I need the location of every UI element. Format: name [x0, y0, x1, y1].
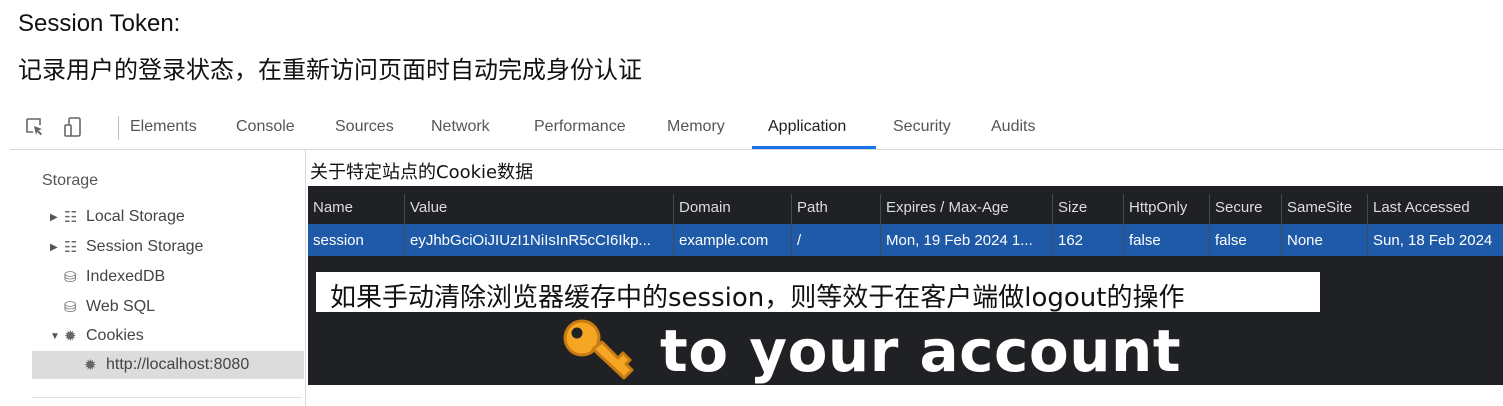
expand-arrow-icon[interactable]: ▶	[50, 242, 64, 253]
sidebar-divider	[32, 397, 302, 398]
column-divider	[1123, 194, 1124, 256]
key-icon	[560, 316, 636, 386]
storage-section-label: Storage	[42, 172, 99, 189]
cell-domain: example.com	[679, 232, 769, 249]
cell-httponly: false	[1129, 232, 1161, 249]
cookie-icon: ✹	[84, 357, 97, 374]
column-header-expires[interactable]: Expires / Max-Age	[886, 199, 1009, 216]
cell-path: /	[797, 232, 802, 249]
sidebar-item-label: IndexedDB	[86, 268, 166, 285]
column-header-name[interactable]: Name	[313, 199, 353, 216]
column-divider	[791, 194, 792, 256]
cookie-table-panel: Name Value Domain Path Expires / Max-Age…	[308, 186, 1503, 385]
column-header-path[interactable]: Path	[797, 199, 828, 216]
cell-value: eyJhbGciOiJIUzI1NiIsInR5cCI6Ikp...	[410, 232, 651, 249]
column-header-size[interactable]: Size	[1058, 199, 1087, 216]
column-header-samesite[interactable]: SameSite	[1287, 199, 1352, 216]
cell-size: 162	[1058, 232, 1084, 249]
tab-application[interactable]: Application	[768, 118, 846, 136]
active-tab-indicator	[752, 146, 876, 149]
subtitle-caption-box: 如果手动清除浏览器缓存中的session，则等效于在客户端做logout的操作	[316, 272, 1320, 313]
cookie-panel-title: 关于特定站点的Cookie数据	[310, 162, 534, 183]
banner-text: to your account	[660, 317, 1182, 385]
column-divider	[673, 194, 674, 256]
application-sidebar: Storage ▶ ☷ Local Storage ▶ ☷ Session St…	[10, 150, 306, 406]
tab-performance[interactable]: Performance	[534, 118, 626, 136]
cell-name: session	[313, 232, 364, 249]
note-description: 记录用户的登录状态，在重新访问页面时自动完成身份认证	[18, 56, 642, 84]
column-divider	[1052, 194, 1053, 256]
sidebar-item-label: Session Storage	[86, 238, 204, 255]
column-header-domain[interactable]: Domain	[679, 199, 731, 216]
sidebar-item-label: Web SQL	[86, 298, 156, 315]
column-divider	[404, 194, 405, 256]
column-header-secure[interactable]: Secure	[1215, 199, 1263, 216]
column-divider	[1209, 194, 1210, 256]
note-title: Session Token:	[18, 10, 181, 37]
tab-sources[interactable]: Sources	[335, 118, 394, 136]
sidebar-item-cookies[interactable]: ▼ ✹ Cookies	[50, 322, 144, 350]
tab-memory[interactable]: Memory	[667, 118, 725, 136]
sidebar-item-label: http://localhost:8080	[106, 356, 250, 373]
cell-secure: false	[1215, 232, 1247, 249]
devtools-toolbar: Elements Console Sources Network Perform…	[10, 104, 1503, 150]
cookie-table-header: Name Value Domain Path Expires / Max-Age…	[308, 194, 1503, 222]
cookie-icon: ✹	[64, 328, 77, 345]
cell-samesite: None	[1287, 232, 1323, 249]
sidebar-item-local-storage[interactable]: ▶ ☷ Local Storage	[50, 203, 185, 231]
sidebar-item-web-sql[interactable]: ⛁ Web SQL	[64, 293, 155, 321]
sidebar-item-localhost-cookie[interactable]: ✹ http://localhost:8080	[32, 351, 304, 379]
grid-icon: ☷	[64, 239, 78, 256]
database-icon: ⛁	[64, 269, 77, 286]
inspect-element-icon[interactable]	[24, 116, 46, 138]
cell-expires: Mon, 19 Feb 2024 1...	[886, 232, 1033, 249]
sidebar-item-label: Local Storage	[86, 208, 185, 225]
sidebar-item-label: Cookies	[86, 327, 144, 344]
column-header-httponly[interactable]: HttpOnly	[1129, 199, 1187, 216]
expand-arrow-icon[interactable]: ▶	[50, 212, 64, 223]
column-header-value[interactable]: Value	[410, 199, 447, 216]
tab-security[interactable]: Security	[893, 118, 951, 136]
device-toggle-icon[interactable]	[62, 116, 84, 138]
video-banner: to your account	[560, 316, 1181, 385]
tab-network[interactable]: Network	[431, 118, 490, 136]
column-divider	[880, 194, 881, 256]
sidebar-item-session-storage[interactable]: ▶ ☷ Session Storage	[50, 233, 203, 261]
table-row[interactable]: session eyJhbGciOiJIUzI1NiIsInR5cCI6Ikp.…	[308, 224, 1503, 256]
column-divider	[1281, 194, 1282, 256]
subtitle-caption: 如果手动清除浏览器缓存中的session，则等效于在客户端做logout的操作	[330, 283, 1185, 313]
column-header-last-accessed[interactable]: Last Accessed	[1373, 199, 1470, 216]
column-divider	[1367, 194, 1368, 256]
sidebar-item-indexeddb[interactable]: ⛁ IndexedDB	[64, 263, 165, 291]
toolbar-separator	[118, 116, 119, 140]
tab-elements[interactable]: Elements	[130, 118, 197, 136]
grid-icon: ☷	[64, 209, 78, 226]
database-icon: ⛁	[64, 299, 77, 316]
tab-console[interactable]: Console	[236, 118, 295, 136]
cell-last-accessed: Sun, 18 Feb 2024	[1373, 232, 1493, 249]
tab-audits[interactable]: Audits	[991, 118, 1035, 136]
collapse-arrow-icon[interactable]: ▼	[50, 331, 64, 342]
